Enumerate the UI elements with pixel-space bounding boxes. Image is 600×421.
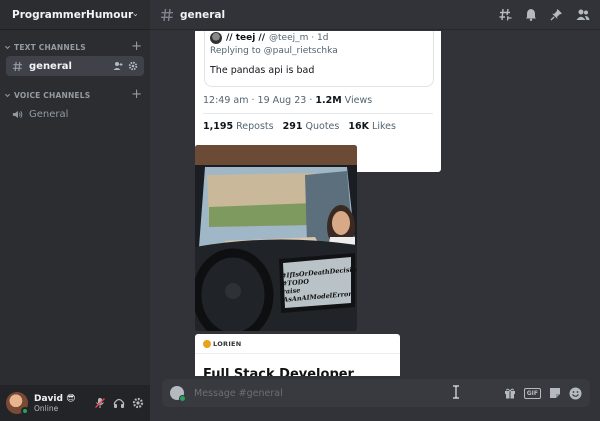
user-info[interactable]: David 😎 Online: [34, 394, 75, 413]
sticker-icon[interactable]: [549, 387, 561, 399]
quotes-count: 291: [282, 121, 303, 132]
meme-screen-text: #IfIsOrDeathDecision #TODO raise AsAnAIM…: [280, 264, 357, 304]
upload-badge: [179, 395, 186, 402]
channel-name: general: [29, 60, 72, 72]
create-text-channel-icon[interactable]: +: [131, 40, 142, 53]
divider: [195, 353, 400, 354]
category-text-channels[interactable]: TEXT CHANNELS +: [0, 40, 150, 54]
timestamp-text: 12:49 am · 19 Aug 23 ·: [203, 95, 316, 106]
category-label: VOICE CHANNELS: [14, 90, 91, 100]
quoted-text: The pandas api is bad: [210, 65, 315, 76]
chat-area: general // teej // @teej_m · 1d Replying…: [150, 0, 600, 421]
car-interior-illustration: [195, 145, 357, 331]
tweet-timestamp: 12:49 am · 19 Aug 23 · 1.2M Views: [203, 95, 372, 106]
category-chevron-icon: [4, 93, 11, 97]
gif-button[interactable]: GIF: [523, 387, 541, 399]
views-label: Views: [341, 95, 373, 106]
channel-sidebar: ProgrammerHumour TEXT CHANNELS + general…: [0, 0, 150, 421]
user-panel: David 😎 Online: [0, 385, 150, 421]
tweet-stats: 1,195 Reposts 291 Quotes 16K Likes: [203, 121, 396, 132]
channel-settings-icon[interactable]: [128, 61, 138, 71]
likes-label: Likes: [369, 121, 396, 132]
speaker-icon: [12, 110, 23, 118]
replying-to: Replying to @paul_rietschka: [210, 46, 338, 56]
quotes-label: Quotes: [302, 121, 340, 132]
meme-image[interactable]: #IfIsOrDeathDecision #TODO raise AsAnAIM…: [195, 145, 357, 331]
quoted-author: // teej //: [226, 33, 266, 43]
discord-window: ProgrammerHumour TEXT CHANNELS + general…: [0, 0, 600, 421]
server-name: ProgrammerHumour: [12, 8, 134, 21]
lorien-logo: LORIEN: [203, 340, 242, 348]
category-label: TEXT CHANNELS: [14, 42, 86, 52]
message-list[interactable]: // teej // @teej_m · 1d Replying to @pau…: [150, 31, 600, 376]
job-title: Full Stack Developer: [203, 367, 354, 376]
channel-header: general: [150, 0, 600, 30]
mic-muted-icon[interactable]: [94, 397, 106, 409]
channel-item-general[interactable]: general: [6, 56, 144, 76]
username: David 😎: [34, 393, 76, 404]
quoted-handle: @teej_m · 1d: [269, 33, 329, 43]
reposts-count: 1,195: [203, 121, 234, 132]
channel-title: general: [180, 8, 226, 21]
members-icon[interactable]: [576, 8, 590, 21]
views-count: 1.2M: [315, 95, 342, 106]
logo-text: LORIEN: [213, 340, 242, 348]
server-header[interactable]: ProgrammerHumour: [0, 0, 150, 30]
voice-channel-general[interactable]: General: [6, 104, 144, 124]
gear-icon[interactable]: [132, 397, 144, 409]
hash-icon: [12, 61, 23, 71]
reposts-label: Reposts: [233, 121, 274, 132]
emoji-icon[interactable]: [569, 387, 582, 400]
channel-name: General: [29, 108, 69, 120]
hash-icon: [161, 8, 173, 21]
text-cursor-icon: [453, 385, 459, 399]
user-status: Online: [34, 403, 59, 413]
avatar[interactable]: [6, 392, 29, 415]
create-voice-channel-icon[interactable]: +: [131, 88, 142, 101]
likes-count: 16K: [348, 121, 369, 132]
bell-icon[interactable]: [525, 8, 537, 21]
upload-button[interactable]: [170, 386, 186, 402]
avatar: [210, 32, 222, 44]
category-voice-channels[interactable]: VOICE CHANNELS +: [0, 88, 150, 102]
quoted-tweet[interactable]: // teej // @teej_m · 1d Replying to @pau…: [204, 31, 434, 87]
logo-mark: [203, 340, 211, 348]
message-input[interactable]: Message #general: [194, 388, 283, 399]
pin-icon[interactable]: [550, 8, 563, 21]
gift-icon[interactable]: [504, 387, 516, 399]
threads-icon[interactable]: [499, 8, 512, 21]
online-status-dot: [21, 407, 29, 415]
category-chevron-icon: [4, 45, 11, 49]
chevron-down-icon: [133, 13, 138, 16]
job-card-embed[interactable]: LORIEN Full Stack Developer: [195, 334, 400, 376]
message-composer: Message #general GIF: [162, 379, 590, 407]
invite-icon[interactable]: [113, 61, 123, 71]
divider: [203, 113, 433, 114]
headphones-icon[interactable]: [113, 397, 125, 409]
